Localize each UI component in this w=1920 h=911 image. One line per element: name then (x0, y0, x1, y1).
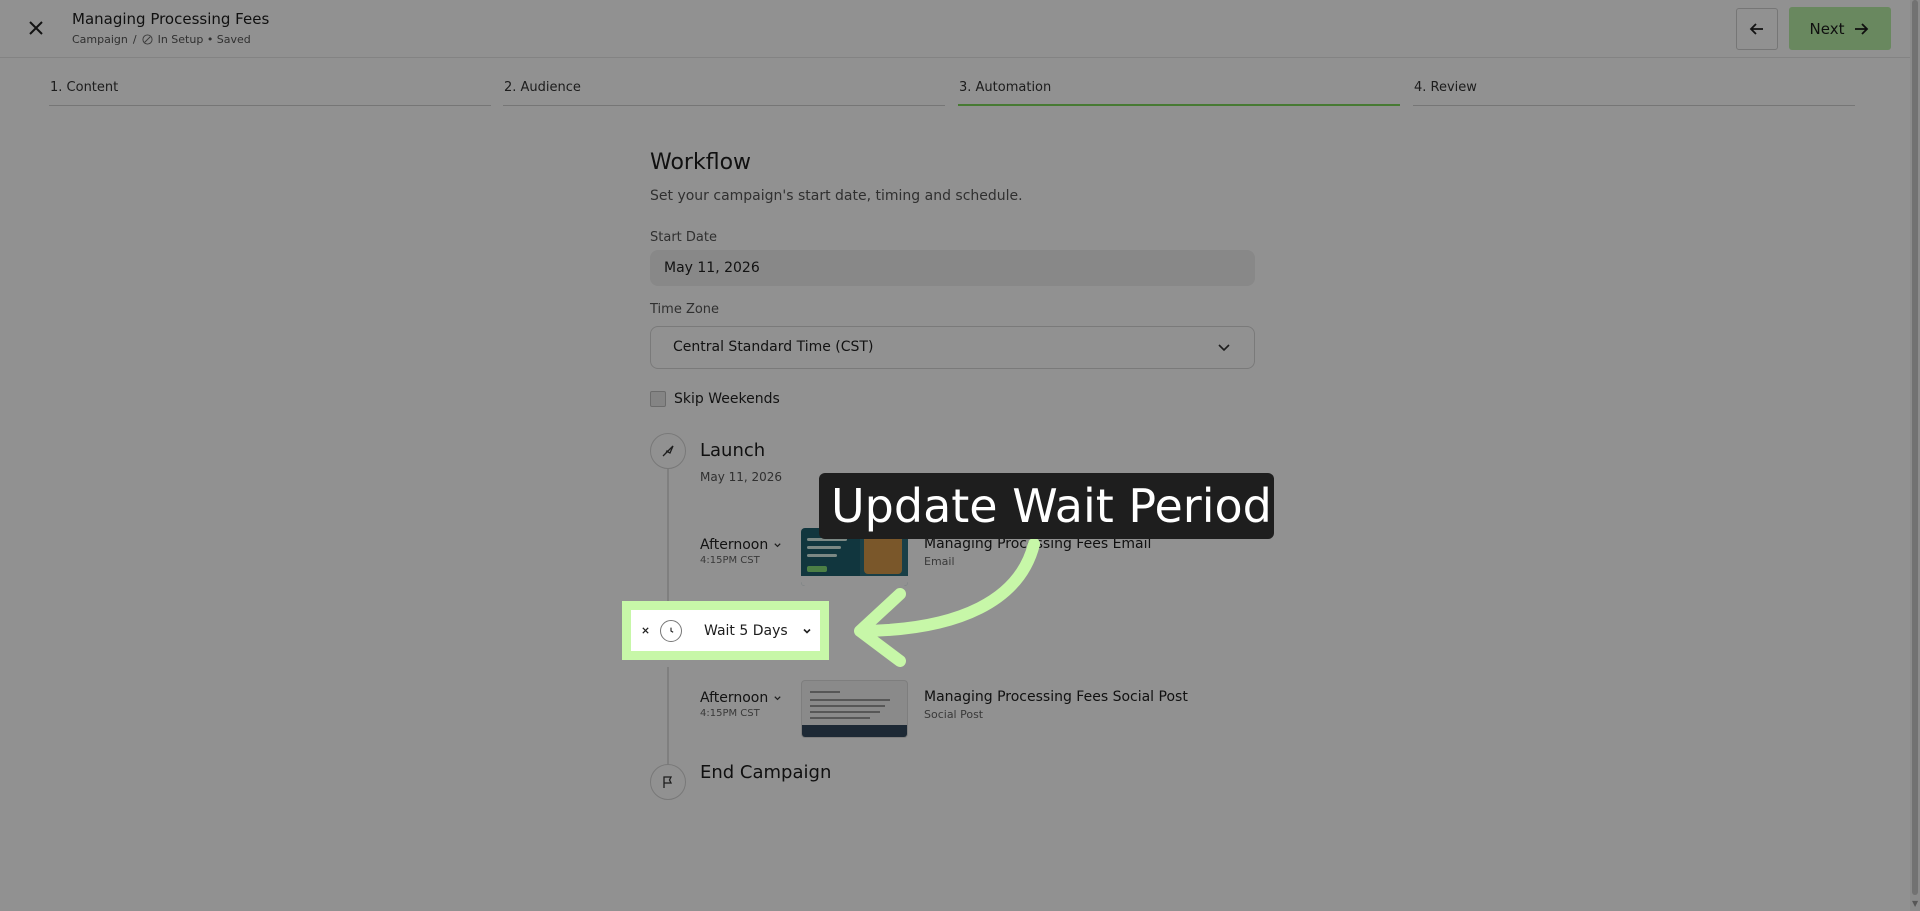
wait-period-highlight[interactable]: Wait 5 Days (622, 601, 829, 660)
remove-wait-icon[interactable] (636, 622, 654, 640)
wait-period-dropdown-label[interactable]: Wait 5 Days (704, 623, 788, 639)
dim-overlay (0, 0, 1920, 911)
annotation-arrow (854, 538, 1040, 667)
annotation-callout: Update Wait Period (819, 473, 1274, 539)
chevron-down-icon[interactable] (801, 625, 813, 637)
clock-icon (660, 619, 682, 642)
